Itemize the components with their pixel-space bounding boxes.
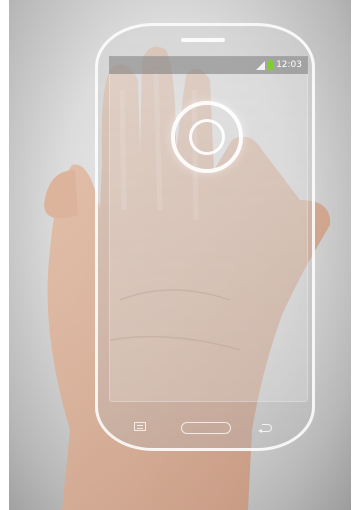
status-bar: 12:03 <box>109 56 308 74</box>
menu-icon[interactable] <box>134 422 146 431</box>
status-time: 12:03 <box>276 60 302 70</box>
battery-icon <box>268 58 274 70</box>
phone-earpiece <box>181 38 225 42</box>
touch-target-inner-ring <box>189 119 225 155</box>
screenshot-frame: 12:03 <box>0 0 358 510</box>
home-button[interactable] <box>181 422 231 434</box>
hand-thumb <box>44 170 78 219</box>
signal-icon <box>256 60 266 70</box>
back-icon[interactable] <box>258 424 272 433</box>
